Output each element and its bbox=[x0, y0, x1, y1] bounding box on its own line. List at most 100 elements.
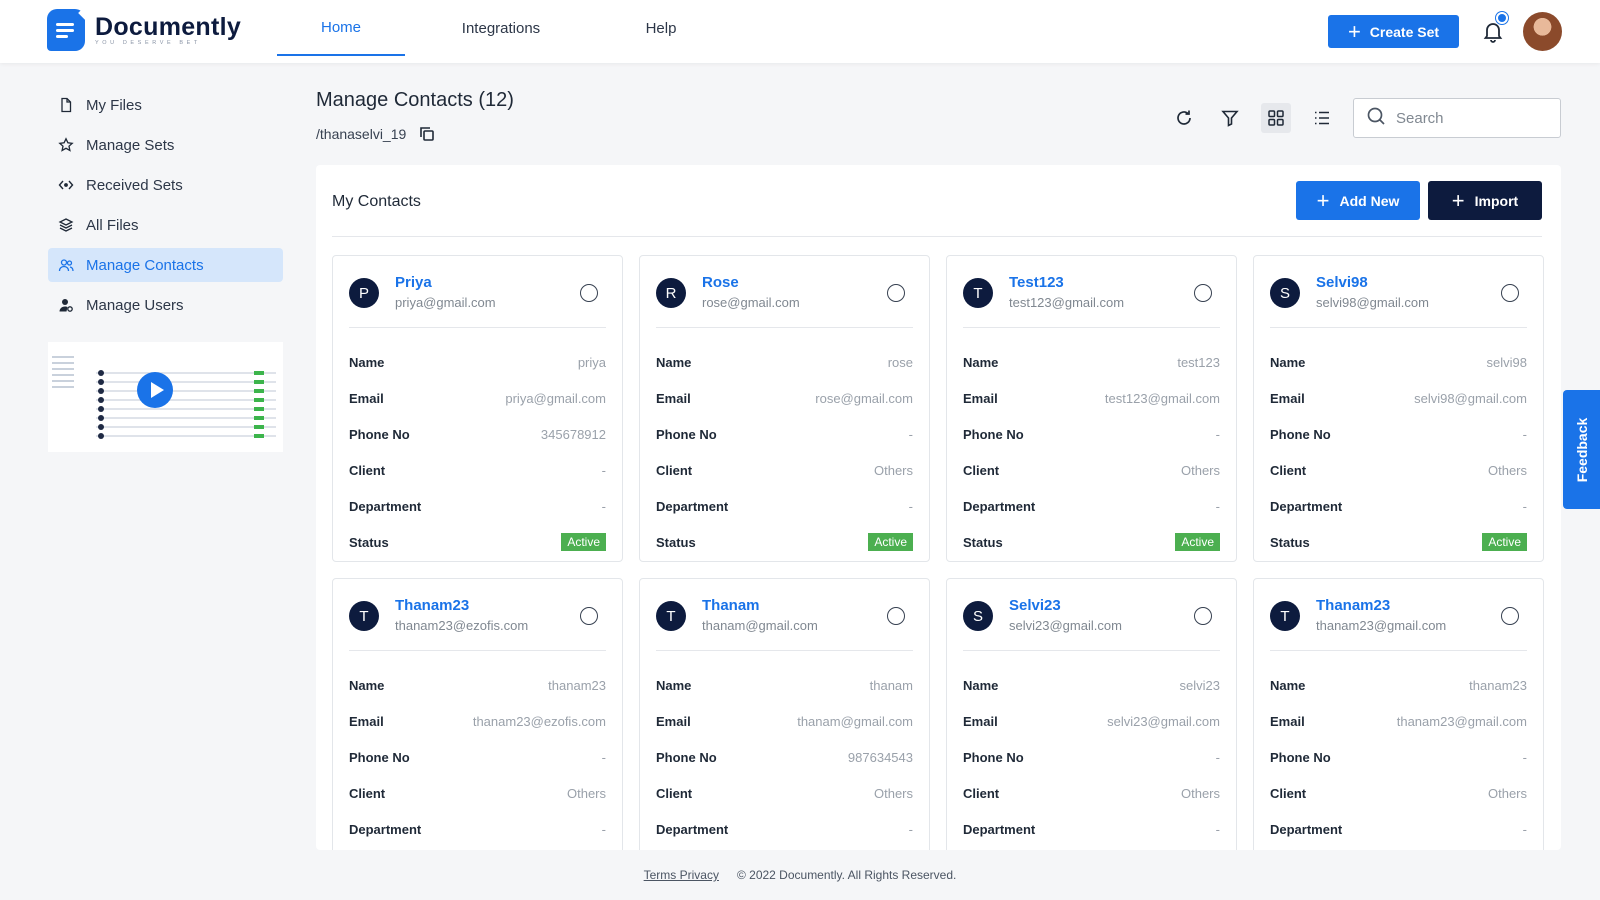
contact-cards-grid: P Priya priya@gmail.com Name priya Email priya… bbox=[332, 255, 1547, 850]
star-icon bbox=[58, 137, 74, 153]
status-badge: Active bbox=[561, 533, 606, 551]
contact-initial-avatar: T bbox=[963, 278, 993, 308]
contact-email: rose@gmail.com bbox=[702, 295, 800, 310]
create-set-button[interactable]: + Create Set bbox=[1328, 15, 1459, 48]
contact-name-link[interactable]: Selvi98 bbox=[1316, 274, 1368, 291]
field-value-name: thanam23 bbox=[548, 677, 606, 693]
sidebar-item-manage-contacts[interactable]: Manage Contacts bbox=[48, 248, 283, 282]
card-header: P Priya priya@gmail.com bbox=[349, 272, 606, 328]
contact-card[interactable]: R Rose rose@gmail.com Name rose Email rose@gma… bbox=[639, 255, 930, 562]
field-row-client: Client Others bbox=[1270, 775, 1527, 811]
grid-view-icon[interactable] bbox=[1261, 103, 1291, 133]
user-avatar[interactable] bbox=[1523, 12, 1562, 51]
import-button[interactable]: + Import bbox=[1428, 181, 1542, 220]
contact-name-link[interactable]: Thanam23 bbox=[1316, 597, 1390, 614]
contact-card[interactable]: S Selvi98 selvi98@gmail.com Name selvi98 Emai… bbox=[1253, 255, 1544, 562]
tab-home[interactable]: Home bbox=[277, 0, 405, 56]
field-label-client: Client bbox=[349, 785, 386, 801]
layers-icon bbox=[58, 217, 74, 233]
contacts-panel: My Contacts + Add New + Import P Priya pri… bbox=[316, 165, 1561, 850]
search-input[interactable] bbox=[1396, 109, 1546, 127]
field-value-email: thanam23@gmail.com bbox=[1396, 713, 1527, 729]
contact-card[interactable]: T Test123 test123@gmail.com Name test123 Emai… bbox=[946, 255, 1237, 562]
contact-card[interactable]: T Thanam thanam@gmail.com Name thanam Email th… bbox=[639, 578, 930, 850]
search-box[interactable] bbox=[1353, 98, 1561, 138]
sidebar-item-manage-sets[interactable]: Manage Sets bbox=[48, 128, 283, 162]
tab-integrations[interactable]: Integrations bbox=[437, 0, 565, 56]
field-row-client: Client Others bbox=[656, 775, 913, 811]
field-label-email: Email bbox=[963, 713, 998, 729]
field-value-email: thanam23@ezofis.com bbox=[472, 713, 606, 729]
card-header: S Selvi23 selvi23@gmail.com bbox=[963, 595, 1220, 651]
filter-icon[interactable] bbox=[1215, 103, 1245, 133]
contact-initial-avatar: T bbox=[656, 601, 686, 631]
field-row-email: Email rose@gmail.com bbox=[656, 380, 913, 416]
field-value-department: - bbox=[1522, 498, 1527, 514]
select-radio[interactable] bbox=[1501, 607, 1519, 625]
user-path: /thanaselvi_19 bbox=[316, 125, 436, 143]
tutorial-video-thumbnail[interactable] bbox=[48, 342, 283, 452]
field-label-phone: Phone No bbox=[1270, 749, 1331, 765]
feedback-tab[interactable]: Feedback bbox=[1563, 390, 1600, 509]
field-value-client: Others bbox=[1487, 462, 1527, 478]
top-bar: Documently YOU DESERVE BET Home Integrat… bbox=[0, 0, 1600, 63]
select-radio[interactable] bbox=[887, 284, 905, 302]
field-value-client: - bbox=[601, 462, 606, 478]
field-row-status: Status Active bbox=[963, 524, 1220, 560]
select-radio[interactable] bbox=[1194, 284, 1212, 302]
field-value-email: selvi23@gmail.com bbox=[1107, 713, 1220, 729]
field-row-name: Name test123 bbox=[963, 344, 1220, 380]
select-radio[interactable] bbox=[580, 607, 598, 625]
contact-name-link[interactable]: Thanam bbox=[702, 597, 760, 614]
field-row-name: Name thanam bbox=[656, 667, 913, 703]
field-label-name: Name bbox=[349, 354, 385, 370]
add-new-button[interactable]: + Add New bbox=[1296, 181, 1420, 220]
sidebar-item-my-files[interactable]: My Files bbox=[48, 88, 283, 122]
notification-dot bbox=[1496, 12, 1508, 24]
contact-email: selvi98@gmail.com bbox=[1316, 295, 1429, 310]
list-view-icon[interactable] bbox=[1307, 103, 1337, 133]
contact-card[interactable]: T Thanam23 thanam23@gmail.com Name thanam23 E… bbox=[1253, 578, 1544, 850]
field-value-name: priya bbox=[577, 354, 606, 370]
card-fields: Name selvi23 Email selvi23@gmail.com Phone N… bbox=[963, 667, 1220, 850]
field-label-department: Department bbox=[1270, 498, 1343, 514]
feedback-label: Feedback bbox=[1573, 417, 1590, 482]
tab-help[interactable]: Help bbox=[597, 0, 725, 56]
contact-name-link[interactable]: Selvi23 bbox=[1009, 597, 1061, 614]
field-row-name: Name selvi98 bbox=[1270, 344, 1527, 380]
field-value-name: test123 bbox=[1177, 354, 1220, 370]
contact-name-link[interactable]: Test123 bbox=[1009, 274, 1064, 291]
contact-card[interactable]: P Priya priya@gmail.com Name priya Email priya… bbox=[332, 255, 623, 562]
select-radio[interactable] bbox=[1194, 607, 1212, 625]
contact-name-link[interactable]: Rose bbox=[702, 274, 739, 291]
contact-card[interactable]: S Selvi23 selvi23@gmail.com Name selvi23 Emai… bbox=[946, 578, 1237, 850]
field-label-phone: Phone No bbox=[349, 426, 410, 442]
select-radio[interactable] bbox=[580, 284, 598, 302]
sidebar-item-all-files[interactable]: All Files bbox=[48, 208, 283, 242]
contact-initial-avatar: S bbox=[1270, 278, 1300, 308]
select-radio[interactable] bbox=[887, 607, 905, 625]
copy-icon[interactable] bbox=[418, 125, 436, 143]
contact-name-link[interactable]: Thanam23 bbox=[395, 597, 469, 614]
play-icon[interactable] bbox=[137, 372, 173, 408]
field-label-email: Email bbox=[1270, 390, 1305, 406]
contact-card[interactable]: T Thanam23 thanam23@ezofis.com Name thanam23… bbox=[332, 578, 623, 850]
copyright-text: © 2022 Documently. All Rights Reserved. bbox=[736, 868, 957, 882]
select-radio[interactable] bbox=[1501, 284, 1519, 302]
sidebar-item-received-sets[interactable]: Received Sets bbox=[48, 168, 283, 202]
refresh-icon[interactable] bbox=[1169, 103, 1199, 133]
contact-name-link[interactable]: Priya bbox=[395, 274, 432, 291]
field-label-department: Department bbox=[1270, 821, 1343, 837]
field-value-department: - bbox=[1522, 821, 1527, 837]
field-row-client: Client Others bbox=[1270, 452, 1527, 488]
sidebar-item-manage-users[interactable]: Manage Users bbox=[48, 288, 283, 322]
field-label-department: Department bbox=[963, 821, 1036, 837]
footer: Terms Privacy © 2022 Documently. All Rig… bbox=[0, 850, 1600, 900]
app-logo[interactable]: Documently YOU DESERVE BET bbox=[47, 9, 241, 51]
sidebar-item-label: All Files bbox=[86, 216, 139, 234]
field-label-department: Department bbox=[349, 498, 422, 514]
terms-privacy-link[interactable]: Terms Privacy bbox=[644, 868, 719, 882]
contact-email: thanam@gmail.com bbox=[702, 618, 818, 633]
contact-email: selvi23@gmail.com bbox=[1009, 618, 1122, 633]
field-value-client: Others bbox=[566, 785, 606, 801]
